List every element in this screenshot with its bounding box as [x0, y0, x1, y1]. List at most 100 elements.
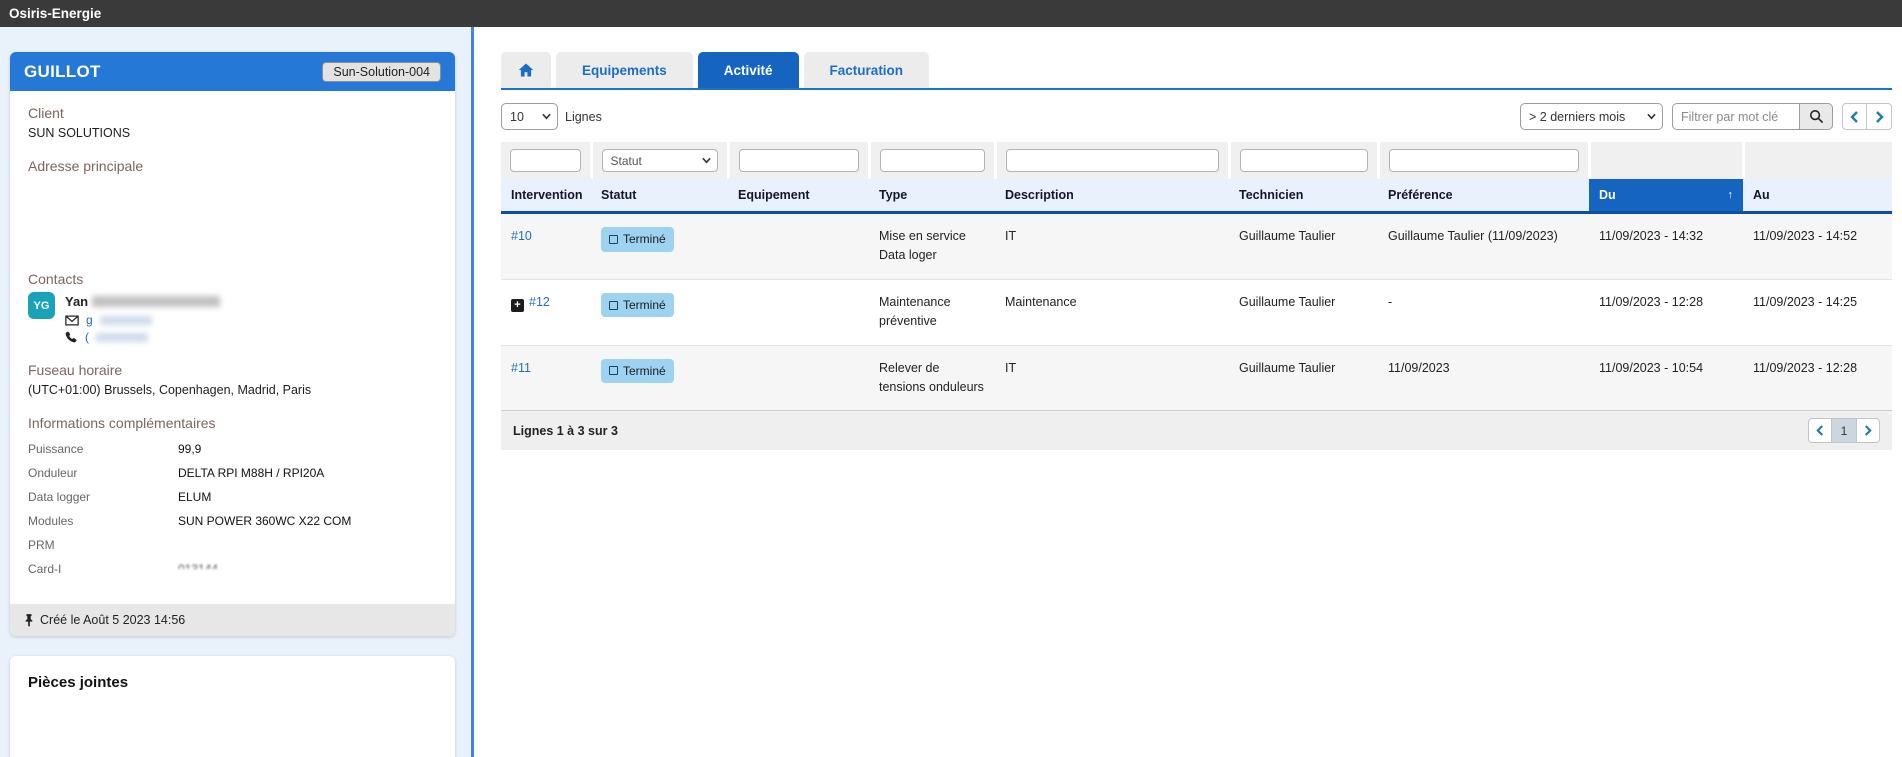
status-square-icon: [609, 301, 618, 310]
client-heading: Client: [28, 105, 437, 121]
cell-du: 11/09/2023 - 10:54: [1589, 345, 1743, 410]
previous-page-button[interactable]: [1808, 418, 1832, 443]
phone-icon: [65, 331, 78, 344]
column-header-equipement[interactable]: Equipement: [728, 179, 869, 213]
sort-asc-icon: ↑: [1728, 189, 1734, 201]
contact-email-line: g: [65, 313, 220, 327]
filter-intervention-input[interactable]: [510, 149, 581, 172]
home-icon: [518, 63, 534, 77]
filter-du-empty: [1589, 142, 1743, 179]
period-filter-select[interactable]: > 2 derniers mois: [1520, 103, 1663, 130]
info-row: PRM: [28, 538, 437, 552]
pushpin-icon: [24, 613, 34, 627]
contact-phone-link[interactable]: (: [85, 330, 89, 344]
next-page-button[interactable]: [1856, 418, 1880, 443]
page-size-select[interactable]: 10: [501, 103, 558, 130]
tab-facturation[interactable]: Facturation: [804, 52, 930, 88]
timezone-value: (UTC+01:00) Brussels, Copenhagen, Madrid…: [28, 383, 437, 397]
chevron-left-icon: [1850, 111, 1859, 123]
contact-name-visible: Yan: [65, 294, 88, 309]
redacted-email-blur: [100, 316, 152, 325]
filter-statut-select[interactable]: Statut: [602, 149, 718, 172]
next-period-button[interactable]: [1867, 103, 1892, 130]
contact-row: YG Yan g: [28, 292, 437, 344]
column-header-description[interactable]: Description: [995, 179, 1229, 213]
cell-technicien: Guillaume Taulier: [1229, 213, 1378, 280]
tab-home[interactable]: [501, 52, 551, 88]
current-page-button[interactable]: 1: [1832, 418, 1856, 443]
info-row: Puissance 99,9: [28, 442, 437, 456]
column-header-au[interactable]: Au: [1743, 179, 1892, 213]
chevron-left-icon: [1816, 425, 1824, 436]
tab-activite[interactable]: Activité: [698, 52, 799, 88]
address-heading: Adresse principale: [28, 158, 437, 174]
column-header-statut[interactable]: Statut: [591, 179, 728, 213]
attachments-card: Pièces jointes: [10, 656, 455, 757]
client-card-title: GUILLOT: [24, 62, 101, 82]
envelope-icon: [65, 315, 79, 326]
intervention-link[interactable]: #11: [511, 361, 531, 375]
info-row: Data logger ELUM: [28, 490, 437, 504]
contact-email-link[interactable]: g: [86, 313, 93, 327]
column-header-preference[interactable]: Préférence: [1378, 179, 1589, 213]
cell-au: 11/09/2023 - 14:25: [1743, 279, 1892, 345]
chevron-right-icon: [1864, 425, 1872, 436]
filter-technicien-input[interactable]: [1240, 149, 1368, 172]
table-footer: Lignes 1 à 3 sur 3 1: [501, 410, 1892, 450]
search-button[interactable]: [1799, 103, 1833, 130]
tab-equipements[interactable]: Equipements: [556, 52, 693, 88]
previous-period-button[interactable]: [1842, 103, 1867, 130]
sidebar: GUILLOT Sun-Solution-004 Client SUN SOLU…: [0, 27, 474, 757]
info-row: Card-I 013144: [28, 562, 437, 576]
solution-reference-badge: Sun-Solution-004: [322, 62, 441, 82]
toolbar: 10 Lignes > 2 derniers mois: [501, 103, 1892, 130]
cell-au: 11/09/2023 - 12:28: [1743, 345, 1892, 410]
avatar: YG: [28, 292, 55, 319]
intervention-link[interactable]: #10: [511, 229, 532, 243]
filter-preference-input[interactable]: [1389, 149, 1579, 172]
cell-equipement: [728, 345, 869, 410]
filter-description-input[interactable]: [1006, 149, 1219, 172]
created-text: Créé le Août 5 2023 14:56: [40, 613, 185, 627]
search-icon: [1809, 109, 1824, 124]
cell-description: IT: [995, 213, 1229, 280]
cell-du: 11/09/2023 - 14:32: [1589, 213, 1743, 280]
filter-statut-select-wrap: Statut: [602, 149, 718, 172]
contacts-heading: Contacts: [28, 271, 437, 287]
cell-type: Maintenance préventive: [869, 279, 995, 345]
cell-technicien: Guillaume Taulier: [1229, 279, 1378, 345]
column-header-intervention[interactable]: Intervention: [501, 179, 591, 213]
column-header-du-sorted[interactable]: Du ↑: [1589, 179, 1743, 213]
filter-au-empty: [1743, 142, 1892, 179]
info-value: SUN POWER 360WC X22 COM: [178, 514, 351, 528]
client-name: SUN SOLUTIONS: [28, 126, 437, 140]
column-header-technicien[interactable]: Technicien: [1229, 179, 1378, 213]
column-header-du-label: Du: [1599, 188, 1616, 202]
additional-info-section: Informations complémentaires Puissance 9…: [28, 415, 437, 576]
status-square-icon: [609, 235, 618, 244]
tab-bar: Equipements Activité Facturation: [501, 52, 1892, 90]
lines-label: Lignes: [565, 110, 602, 124]
cell-au: 11/09/2023 - 14:52: [1743, 213, 1892, 280]
pagination: 1: [1808, 418, 1880, 443]
intervention-link[interactable]: #12: [529, 295, 550, 309]
address-section: Adresse principale: [28, 158, 437, 253]
status-label: Terminé: [623, 362, 666, 381]
info-value: ELUM: [178, 490, 211, 504]
created-footer: Créé le Août 5 2023 14:56: [10, 604, 455, 636]
contact-phone-line: (: [65, 330, 220, 344]
filter-equipement-input[interactable]: [739, 149, 859, 172]
column-header-type[interactable]: Type: [869, 179, 995, 213]
status-badge: Terminé: [601, 293, 674, 318]
filter-type-input[interactable]: [880, 149, 985, 172]
info-value: 99,9: [178, 442, 201, 456]
address-blank: [28, 179, 437, 253]
redacted-phone-blur: [96, 333, 148, 342]
client-section: Client SUN SOLUTIONS: [28, 105, 437, 140]
expand-row-icon[interactable]: +: [511, 299, 524, 312]
info-label: Puissance: [28, 442, 178, 456]
rows-summary: Lignes 1 à 3 sur 3: [513, 424, 618, 438]
filter-row: Statut: [501, 142, 1892, 179]
keyword-search-input[interactable]: [1672, 103, 1799, 130]
table-header-row: Intervention Statut Equipement Type Desc…: [501, 179, 1892, 213]
